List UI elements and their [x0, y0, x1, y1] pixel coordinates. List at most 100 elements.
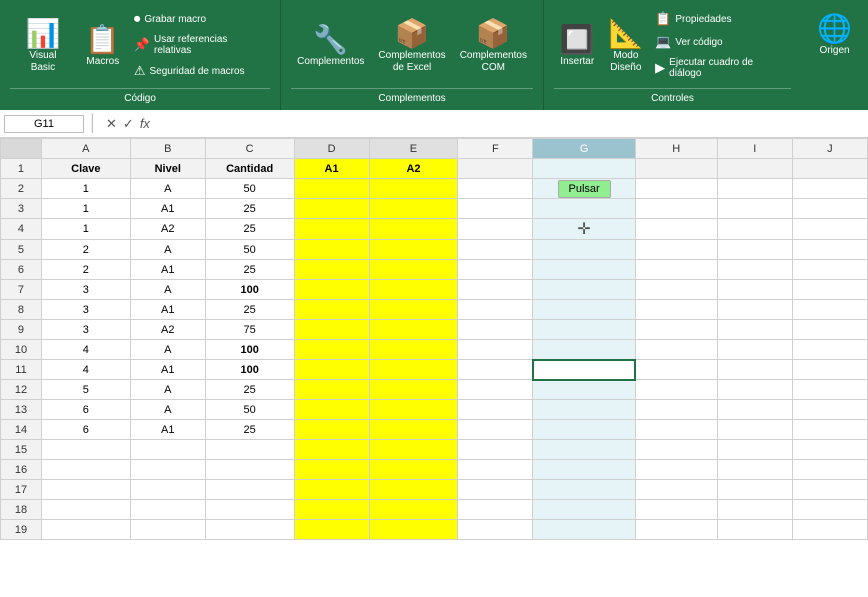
cell-j2[interactable]	[792, 179, 867, 199]
cell-i9[interactable]	[717, 320, 792, 340]
cell-j17[interactable]	[792, 480, 867, 500]
cell-j8[interactable]	[792, 300, 867, 320]
cell-g11[interactable]	[533, 360, 635, 380]
cell-e6[interactable]	[369, 260, 458, 280]
cell-h6[interactable]	[635, 260, 717, 280]
col-header-j[interactable]: J	[792, 139, 867, 159]
cell-i16[interactable]	[717, 460, 792, 480]
cell-e4[interactable]	[369, 219, 458, 240]
cell-f14[interactable]	[458, 420, 533, 440]
cell-g13[interactable]	[533, 400, 635, 420]
cell-d1[interactable]: A1	[294, 159, 369, 179]
cell-f13[interactable]	[458, 400, 533, 420]
cell-j5[interactable]	[792, 240, 867, 260]
cell-c6[interactable]: 25	[205, 260, 294, 280]
cell-i15[interactable]	[717, 440, 792, 460]
cell-a6[interactable]: 2	[41, 260, 130, 280]
grabar-macro-button[interactable]: ⏺ Grabar macro	[130, 9, 270, 29]
cell-g16[interactable]	[533, 460, 635, 480]
cell-e2[interactable]	[369, 179, 458, 199]
cell-a12[interactable]: 5	[41, 380, 130, 400]
complementos-button[interactable]: 🔧 Complementos	[291, 19, 370, 72]
cell-b8[interactable]: A1	[130, 300, 205, 320]
cell-a19[interactable]	[41, 520, 130, 540]
cell-f17[interactable]	[458, 480, 533, 500]
cell-j11[interactable]	[792, 360, 867, 380]
cell-e19[interactable]	[369, 520, 458, 540]
cell-c16[interactable]	[205, 460, 294, 480]
col-header-g[interactable]: G	[533, 139, 635, 159]
cell-d14[interactable]	[294, 420, 369, 440]
cell-d17[interactable]	[294, 480, 369, 500]
col-header-f[interactable]: F	[458, 139, 533, 159]
cell-b11[interactable]: A1	[130, 360, 205, 380]
cell-f16[interactable]	[458, 460, 533, 480]
cell-a13[interactable]: 6	[41, 400, 130, 420]
cell-reference-input[interactable]: G11	[4, 115, 84, 133]
cell-a10[interactable]: 4	[41, 340, 130, 360]
cell-g1[interactable]	[533, 159, 635, 179]
cell-j4[interactable]	[792, 219, 867, 240]
cell-f3[interactable]	[458, 199, 533, 219]
cell-h14[interactable]	[635, 420, 717, 440]
cell-g5[interactable]	[533, 240, 635, 260]
cell-g19[interactable]	[533, 520, 635, 540]
cell-b10[interactable]: A	[130, 340, 205, 360]
cell-f9[interactable]	[458, 320, 533, 340]
cell-f6[interactable]	[458, 260, 533, 280]
cell-h19[interactable]	[635, 520, 717, 540]
cell-i18[interactable]	[717, 500, 792, 520]
cell-d15[interactable]	[294, 440, 369, 460]
cell-h12[interactable]	[635, 380, 717, 400]
cell-h2[interactable]	[635, 179, 717, 199]
cell-j1[interactable]	[792, 159, 867, 179]
seguridad-macros-button[interactable]: ⚠ Seguridad de macros	[130, 61, 270, 81]
cell-a16[interactable]	[41, 460, 130, 480]
col-header-a[interactable]: A	[41, 139, 130, 159]
cell-c14[interactable]: 25	[205, 420, 294, 440]
cell-f8[interactable]	[458, 300, 533, 320]
cell-i6[interactable]	[717, 260, 792, 280]
ejecutar-cuadro-button[interactable]: ▶ Ejecutar cuadro de diálogo	[651, 55, 791, 81]
pulsar-button[interactable]: Pulsar	[558, 180, 611, 198]
cell-j13[interactable]	[792, 400, 867, 420]
cell-i3[interactable]	[717, 199, 792, 219]
cell-a18[interactable]	[41, 500, 130, 520]
cell-h3[interactable]	[635, 199, 717, 219]
cell-f18[interactable]	[458, 500, 533, 520]
cell-e18[interactable]	[369, 500, 458, 520]
cell-d19[interactable]	[294, 520, 369, 540]
cell-e17[interactable]	[369, 480, 458, 500]
origen-button[interactable]: 🌐 Origen	[811, 8, 858, 61]
complementos-excel-button[interactable]: 📦 Complementosde Excel	[372, 13, 451, 78]
cell-h4[interactable]	[635, 219, 717, 240]
cell-g12[interactable]	[533, 380, 635, 400]
cell-d10[interactable]	[294, 340, 369, 360]
cell-e7[interactable]	[369, 280, 458, 300]
cell-d9[interactable]	[294, 320, 369, 340]
cell-g9[interactable]	[533, 320, 635, 340]
cell-h15[interactable]	[635, 440, 717, 460]
cell-j15[interactable]	[792, 440, 867, 460]
cell-a8[interactable]: 3	[41, 300, 130, 320]
cell-e8[interactable]	[369, 300, 458, 320]
cell-f19[interactable]	[458, 520, 533, 540]
confirm-icon[interactable]: ✓	[123, 116, 134, 132]
cell-b12[interactable]: A	[130, 380, 205, 400]
cell-i1[interactable]	[717, 159, 792, 179]
cell-i14[interactable]	[717, 420, 792, 440]
cell-g17[interactable]	[533, 480, 635, 500]
cell-i13[interactable]	[717, 400, 792, 420]
cell-c8[interactable]: 25	[205, 300, 294, 320]
cell-f4[interactable]	[458, 219, 533, 240]
cell-i11[interactable]	[717, 360, 792, 380]
cell-g7[interactable]	[533, 280, 635, 300]
cell-f5[interactable]	[458, 240, 533, 260]
cell-c9[interactable]: 75	[205, 320, 294, 340]
cell-i8[interactable]	[717, 300, 792, 320]
cell-i4[interactable]	[717, 219, 792, 240]
cell-d12[interactable]	[294, 380, 369, 400]
col-header-e[interactable]: E	[369, 139, 458, 159]
cell-b2[interactable]: A	[130, 179, 205, 199]
usar-referencias-button[interactable]: 📌 Usar referencias relativas	[130, 32, 270, 58]
